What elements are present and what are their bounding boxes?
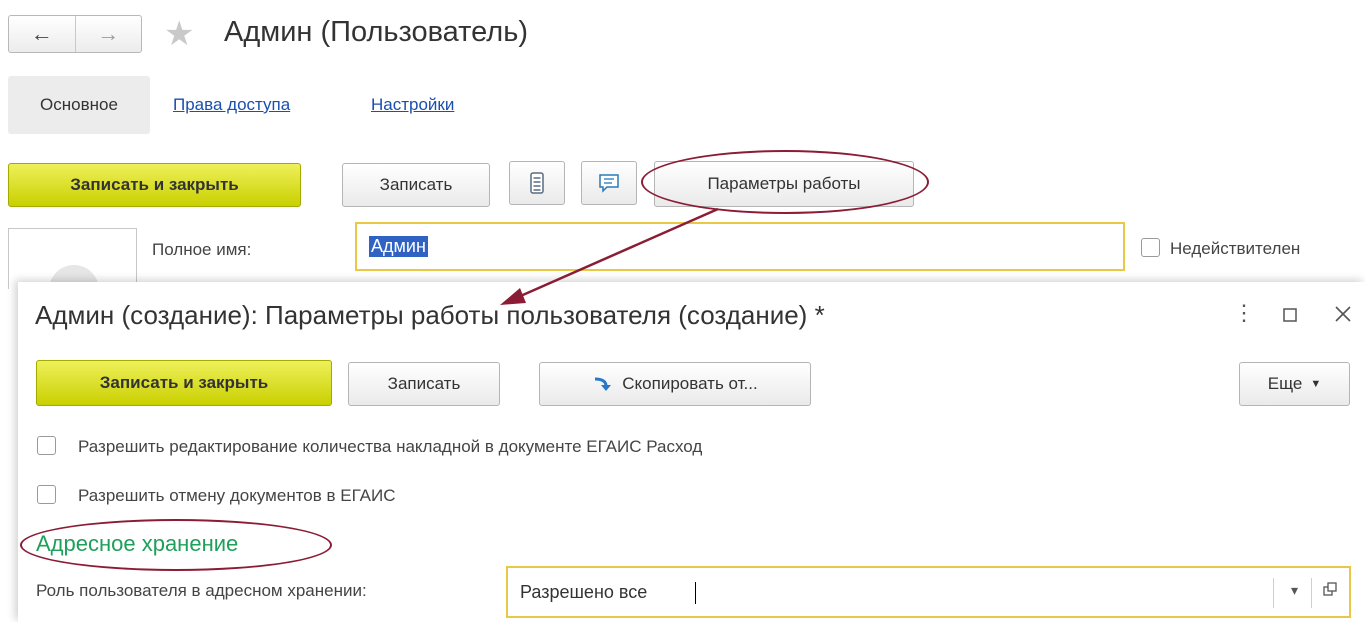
annotation-arrow	[500, 207, 719, 305]
